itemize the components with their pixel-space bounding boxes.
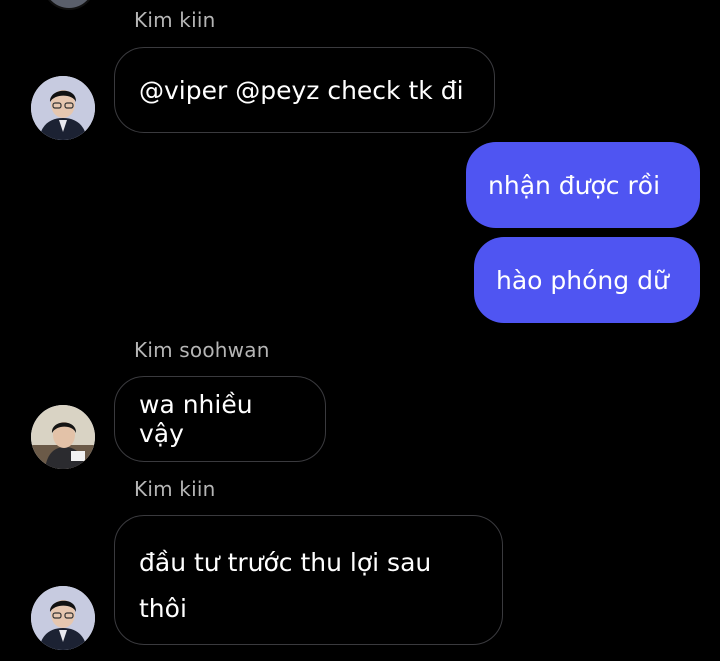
person-avatar-icon (31, 76, 95, 140)
message-bubble[interactable]: wa nhiều vậy (114, 376, 326, 462)
message-bubble[interactable]: @viper @peyz check tk đi (114, 47, 495, 133)
outgoing-message-bubble[interactable]: hào phóng dữ (474, 237, 700, 323)
avatar[interactable] (31, 76, 95, 140)
avatar[interactable] (31, 586, 95, 650)
previous-avatar[interactable] (42, 0, 96, 10)
person-avatar-icon (31, 405, 95, 469)
sender-name: Kim kiin (134, 8, 216, 32)
person-avatar-icon (31, 586, 95, 650)
outgoing-message-bubble[interactable]: nhận được rồi (466, 142, 700, 228)
message-bubble[interactable]: đầu tư trước thu lợi sau thôi (114, 515, 503, 645)
message-line: thôi (139, 594, 187, 623)
sender-name: Kim kiin (134, 477, 216, 501)
message-line: đầu tư trước thu lợi sau (139, 548, 432, 577)
sender-name: Kim soohwan (134, 338, 270, 362)
avatar[interactable] (31, 405, 95, 469)
